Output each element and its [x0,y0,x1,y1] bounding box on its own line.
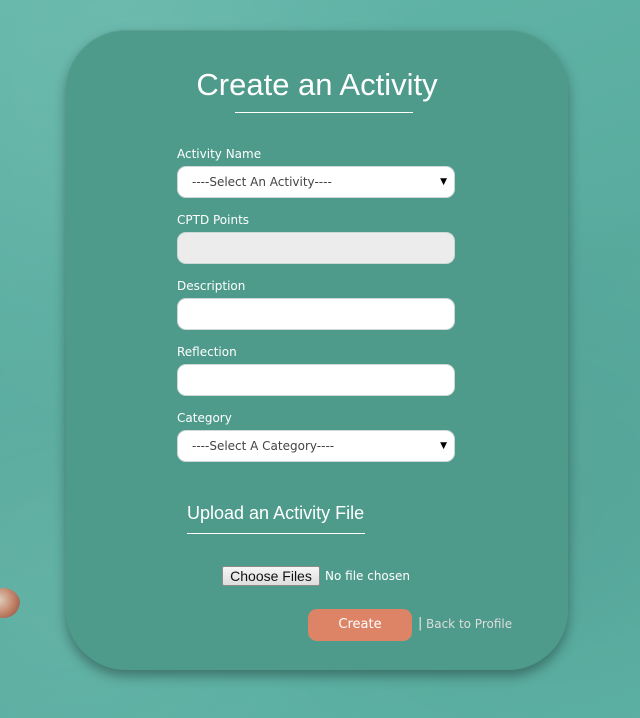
description-label: Description [177,279,246,293]
background-decoration [0,588,20,618]
activity-name-selected-value: ----Select An Activity---- [192,175,332,189]
activity-name-select[interactable]: ----Select An Activity---- ▼ [177,166,455,198]
category-select[interactable]: ----Select A Category---- ▼ [177,430,455,462]
upload-heading: Upload an Activity File [187,503,365,523]
file-status-text: No file chosen [325,569,411,583]
cptd-points-input[interactable] [177,232,455,264]
description-input[interactable] [177,298,455,330]
action-separator: | [418,616,423,631]
cptd-points-label: CPTD Points [177,213,250,227]
page-title: Create an Activity [196,67,438,102]
title-underline [235,112,413,113]
reflection-input[interactable] [177,364,455,396]
upload-underline [187,533,365,534]
choose-files-button[interactable]: Choose Files [222,566,320,586]
back-to-profile-link[interactable]: Back to Profile [426,617,512,632]
dropdown-arrow-icon: ▼ [440,177,447,187]
category-selected-value: ----Select A Category---- [192,439,335,453]
create-button[interactable]: Create [308,609,412,641]
dropdown-arrow-icon: ▼ [440,441,447,451]
create-activity-card: Create an Activity Activity Name ----Sel… [66,30,568,670]
activity-name-label: Activity Name [177,147,262,161]
category-label: Category [177,411,232,425]
reflection-label: Reflection [177,345,237,359]
